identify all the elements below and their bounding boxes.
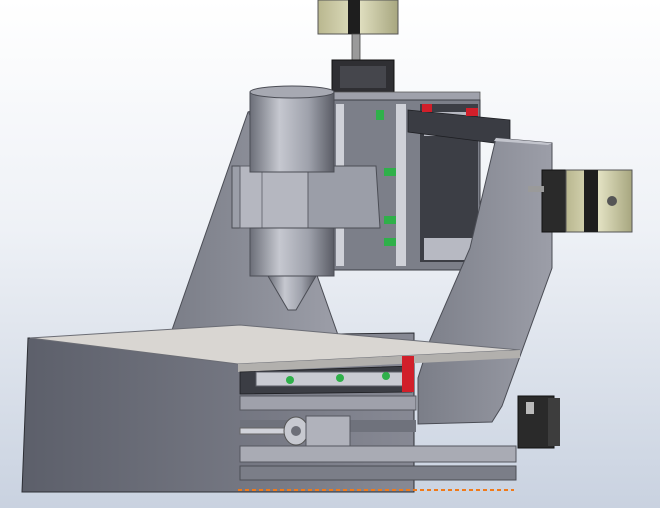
top-stepper-motor <box>317 0 399 61</box>
right-stepper-motor <box>528 169 633 233</box>
spindle-clamp <box>231 165 381 229</box>
lower-stepper-motor <box>517 395 560 449</box>
lead-screw-bearing <box>283 415 351 447</box>
cnc-router-3d-model[interactable] <box>0 0 660 508</box>
z-coupler-block <box>331 59 395 95</box>
cad-viewport[interactable] <box>0 0 660 508</box>
